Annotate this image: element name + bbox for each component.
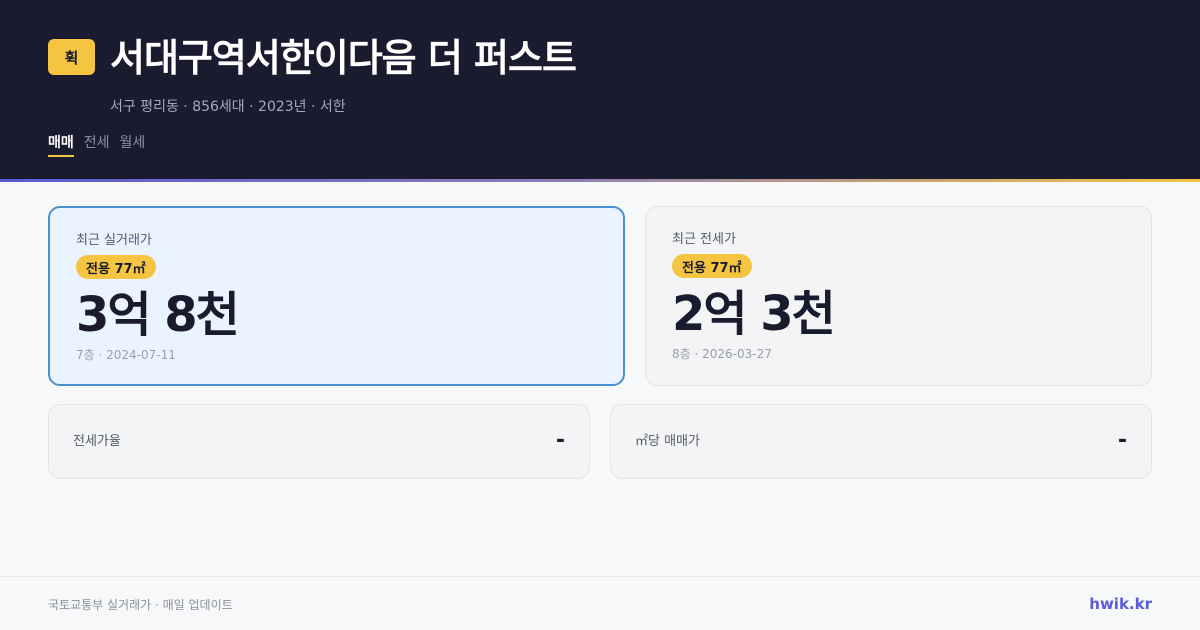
price-per-m2-card: ㎡당 매매가 -: [610, 404, 1152, 479]
page-subtitle: 서구 평리동 · 856세대 · 2023년 · 서한: [110, 99, 346, 115]
card-label: 최근 전세가: [672, 232, 736, 247]
jeonse-meta: 8층 · 2026-03-27: [672, 347, 772, 361]
logo-badge[interactable]: 휙: [48, 39, 95, 75]
recent-sale-card[interactable]: 최근 실거래가 전용 77㎡ 3억 8천 7층 · 2024-07-11: [48, 206, 625, 386]
sale-price: 3억 8천: [76, 287, 240, 343]
data-source-note: 국토교통부 실거래가 · 매일 업데이트: [48, 598, 233, 612]
header-divider: [0, 179, 1200, 182]
header: 휙 서대구역서한이다음 더 퍼스트 서구 평리동 · 856세대 · 2023년…: [0, 0, 1200, 179]
card-label: 최근 실거래가: [76, 233, 152, 248]
area-badge: 전용 77㎡: [76, 255, 156, 279]
jeonse-ratio-card: 전세가율 -: [48, 404, 590, 479]
area-badge: 전용 77㎡: [672, 254, 752, 278]
brand-link[interactable]: hwik.kr: [1089, 594, 1152, 614]
sale-meta: 7층 · 2024-07-11: [76, 348, 176, 362]
recent-jeonse-card[interactable]: 최근 전세가 전용 77㎡ 2억 3천 8층 · 2026-03-27: [645, 206, 1152, 386]
page-title: 서대구역서한이다음 더 퍼스트: [110, 36, 577, 80]
tab-bar: 매매 전세 월세: [48, 133, 145, 157]
tab-monthly-rent[interactable]: 월세: [120, 133, 146, 157]
jeonse-price: 2억 3천: [672, 286, 836, 342]
footer: 국토교통부 실거래가 · 매일 업데이트 hwik.kr: [0, 576, 1200, 630]
stat-label: ㎡당 매매가: [635, 434, 700, 449]
tab-jeonse[interactable]: 전세: [84, 133, 110, 157]
stat-value: -: [1117, 428, 1127, 453]
stat-value: -: [555, 428, 565, 453]
stat-label: 전세가율: [73, 434, 121, 449]
tab-sale[interactable]: 매매: [48, 133, 74, 157]
